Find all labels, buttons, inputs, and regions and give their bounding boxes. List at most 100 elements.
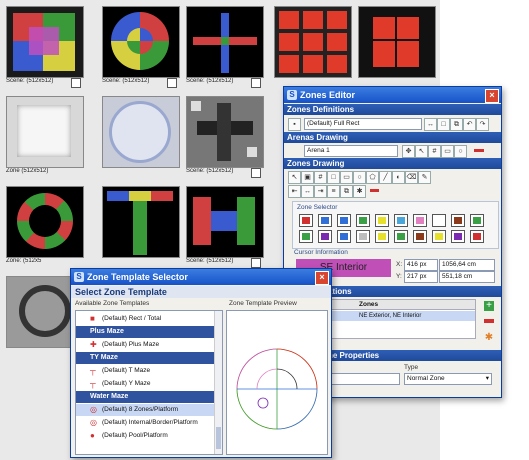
zone-color-swatch[interactable] [356, 230, 370, 243]
group-icon[interactable]: ⧉ [340, 185, 353, 198]
scene-thumbnail[interactable]: Scene: (512x512) [184, 4, 264, 94]
scene-thumbnail[interactable] [100, 94, 180, 184]
arrow-icon[interactable]: ↔ [424, 118, 437, 131]
close-icon[interactable]: × [315, 271, 329, 285]
zone-name-field[interactable] [324, 373, 400, 385]
section-arenas-drawing[interactable]: Arenas Drawing [284, 132, 501, 143]
zone-color-swatch[interactable] [394, 214, 408, 227]
zone-color-swatch[interactable] [356, 214, 370, 227]
close-icon[interactable]: × [485, 89, 499, 103]
copy-icon[interactable]: ⧉ [450, 118, 463, 131]
polygon-tool-icon[interactable]: ⬠ [366, 171, 379, 184]
pointer-tool-icon[interactable]: ↖ [288, 171, 301, 184]
settings-icon[interactable]: ✱ [484, 333, 494, 343]
export-icon[interactable] [251, 168, 261, 178]
template-item[interactable]: ┬ (Default) T Maze [76, 365, 216, 377]
move-icon[interactable]: ✥ [402, 145, 415, 158]
y-cm-field[interactable]: 551,18 cm [439, 271, 495, 283]
template-list[interactable]: ■ (Default) Rect / Total Plus Maze ✚ (Defaul… [75, 310, 223, 455]
line-tool-icon[interactable]: ╱ [379, 171, 392, 184]
redo-icon[interactable]: ↷ [476, 118, 489, 131]
scene-thumbnail[interactable]: Scene: (512x512) [184, 94, 264, 184]
remove-relation-icon[interactable] [484, 319, 494, 323]
delete-icon[interactable] [370, 189, 379, 192]
align-right-icon[interactable]: ⇥ [314, 185, 327, 198]
scrollbar-thumb[interactable] [216, 427, 221, 449]
arena-select[interactable]: Arena 1 [304, 145, 398, 157]
zone-color-swatch[interactable] [413, 214, 427, 227]
zone-color-swatch[interactable] [451, 230, 465, 243]
zone-color-swatch[interactable] [394, 230, 408, 243]
template-group-header[interactable]: TY Maze [76, 352, 216, 364]
zone-color-swatch[interactable] [375, 230, 389, 243]
table-row[interactable]: NE Exterior, NE Interior [325, 311, 475, 321]
undo-icon[interactable]: ↶ [463, 118, 476, 131]
zone-color-swatch[interactable] [470, 214, 484, 227]
template-group-header[interactable]: Water Maze [76, 391, 216, 403]
circle-icon[interactable]: ○ [454, 145, 467, 158]
zone-color-swatch[interactable] [432, 214, 446, 227]
remove-icon[interactable] [474, 149, 484, 152]
section-zones-drawing[interactable]: Zones Drawing [284, 158, 501, 169]
template-item[interactable]: ◎ (Default) 8 Zones/Platform [76, 404, 216, 416]
zones-editor-titlebar[interactable]: S Zones Editor × [284, 87, 501, 103]
template-selector-titlebar[interactable]: S Zone Template Selector × [71, 269, 331, 285]
zone-color-swatch[interactable] [299, 230, 313, 243]
template-item[interactable]: ■ (Default) Rect / Total [76, 313, 216, 325]
scene-thumbnail[interactable] [100, 184, 180, 274]
x-cm-field[interactable]: 1056,64 cm [439, 259, 495, 271]
rect-tool-icon[interactable]: ▭ [340, 171, 353, 184]
template-item[interactable]: ◎ (Default) Internal/Border/Platform [76, 417, 216, 429]
distribute-icon[interactable]: ≡ [327, 185, 340, 198]
x-px-field[interactable]: 416 px [404, 259, 438, 271]
template-item[interactable]: ┬ (Default) Y Maze [76, 378, 216, 390]
pointer-icon[interactable]: ↖ [415, 145, 428, 158]
zone-color-swatch[interactable] [318, 214, 332, 227]
export-icon[interactable] [251, 78, 261, 88]
align-left-icon[interactable]: ⇤ [288, 185, 301, 198]
zone-color-swatch[interactable] [413, 230, 427, 243]
scene-thumbnail[interactable]: Zone: (512x5 [4, 184, 84, 274]
scene-thumbnail[interactable]: Scene: (512x512) [184, 184, 264, 274]
new-icon[interactable]: □ [437, 118, 450, 131]
save-icon[interactable]: ▪ [288, 118, 301, 131]
scene-thumbnail[interactable] [356, 4, 436, 94]
zone-color-swatch[interactable] [337, 230, 351, 243]
add-icon[interactable]: + [484, 301, 494, 311]
zone-color-swatch[interactable] [432, 230, 446, 243]
fill-tool-icon[interactable]: ◐ [392, 171, 405, 184]
export-icon[interactable] [71, 78, 81, 88]
template-group-header[interactable]: Plus Maze [76, 326, 216, 338]
select-tool-icon[interactable]: ▣ [301, 171, 314, 184]
grid-icon[interactable]: # [428, 145, 441, 158]
export-icon[interactable] [251, 258, 261, 268]
zone-color-swatch[interactable] [337, 214, 351, 227]
square-tool-icon[interactable]: □ [327, 171, 340, 184]
template-item[interactable]: ● (Default) Pool/Platform [76, 430, 216, 442]
zone-color-swatch[interactable] [375, 214, 389, 227]
star-icon[interactable]: ✱ [353, 185, 366, 198]
definition-select[interactable]: (Default) Full Rect [304, 118, 422, 130]
water-maze-preview-drawing [236, 348, 318, 430]
type-select[interactable]: Normal Zone ▾ [404, 373, 492, 385]
zone-color-swatch[interactable] [451, 214, 465, 227]
rect-icon[interactable]: ▭ [441, 145, 454, 158]
eraser-tool-icon[interactable]: ⌫ [405, 171, 418, 184]
grid-tool-icon[interactable]: # [314, 171, 327, 184]
scene-thumbnail[interactable]: Scene: (512x512) [4, 4, 84, 94]
swatch-color [416, 233, 424, 240]
align-center-icon[interactable]: ↔ [301, 185, 314, 198]
pencil-tool-icon[interactable]: ✎ [418, 171, 431, 184]
scene-thumbnail[interactable]: Zone (512x512) [4, 94, 84, 184]
template-item[interactable]: ✚ (Default) Plus Maze [76, 339, 216, 351]
scene-thumbnail[interactable]: Scene: (512x512) [100, 4, 180, 94]
circle-tool-icon[interactable]: ○ [353, 171, 366, 184]
zone-color-swatch[interactable] [470, 230, 484, 243]
y-px-field[interactable]: 217 px [404, 271, 438, 283]
zone-color-swatch[interactable] [299, 214, 313, 227]
scene-thumbnail[interactable] [272, 4, 352, 94]
section-zones-definitions[interactable]: Zones Definitions [284, 104, 501, 115]
export-icon[interactable] [167, 78, 177, 88]
scrollbar[interactable] [214, 311, 222, 454]
zone-color-swatch[interactable] [318, 230, 332, 243]
